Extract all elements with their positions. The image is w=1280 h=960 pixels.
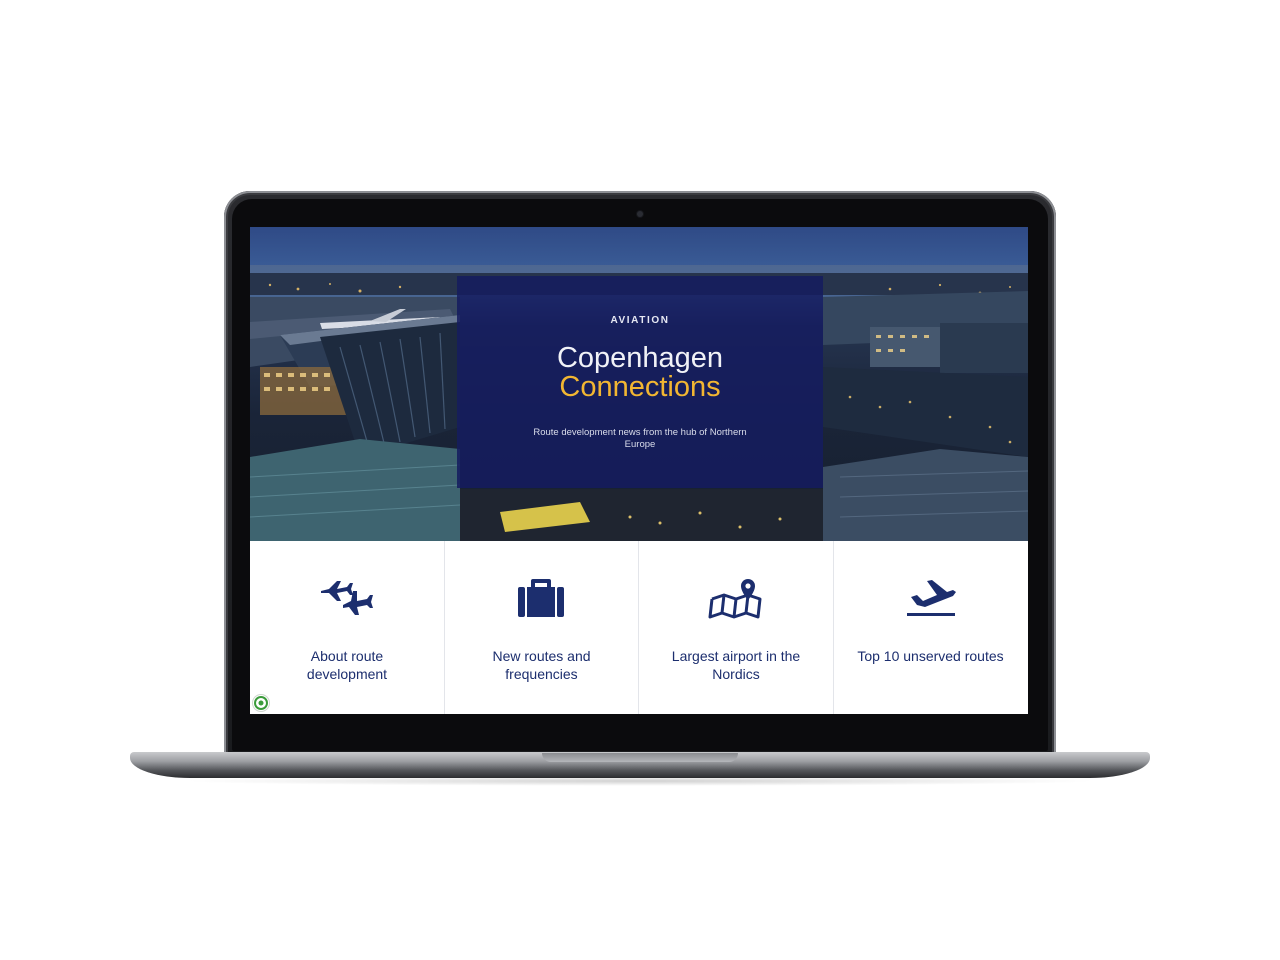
hero-banner: AVIATION Copenhagen Connections Route de… (250, 227, 1028, 541)
hero-title: Copenhagen (556, 342, 724, 374)
camera-icon (637, 211, 643, 217)
tile-new-routes[interactable]: New routes and frequencies (445, 541, 639, 714)
tile-largest-airport[interactable]: Largest airport in the Nordics (639, 541, 834, 714)
map-pin-icon (639, 577, 833, 623)
tile-label: Top 10 unserved routes (857, 648, 1004, 664)
tile-about-route-development[interactable]: About route development (250, 541, 445, 714)
chat-widget-icon[interactable] (253, 695, 269, 711)
laptop-screen: AVIATION Copenhagen Connections Route de… (250, 227, 1028, 714)
suitcase-icon (445, 577, 639, 623)
laptop-notch (542, 753, 738, 762)
tile-label: New routes and frequencies (492, 648, 591, 682)
hero-kicker: AVIATION (610, 315, 670, 326)
hero-title-accent: Connections (559, 371, 721, 403)
laptop-shadow (180, 776, 1100, 786)
departure-icon (834, 577, 1029, 623)
tile-label: Largest airport in the Nordics (671, 648, 801, 682)
feature-tiles: About route development New routes and f… (250, 541, 1028, 714)
tile-label: About route development (306, 648, 388, 682)
hero-card: AVIATION Copenhagen Connections Route de… (457, 276, 823, 488)
tile-top-unserved-routes[interactable]: Top 10 unserved routes (834, 541, 1029, 714)
hero-subtitle: Route development news from the hub of N… (533, 427, 747, 450)
planes-icon (250, 577, 444, 623)
